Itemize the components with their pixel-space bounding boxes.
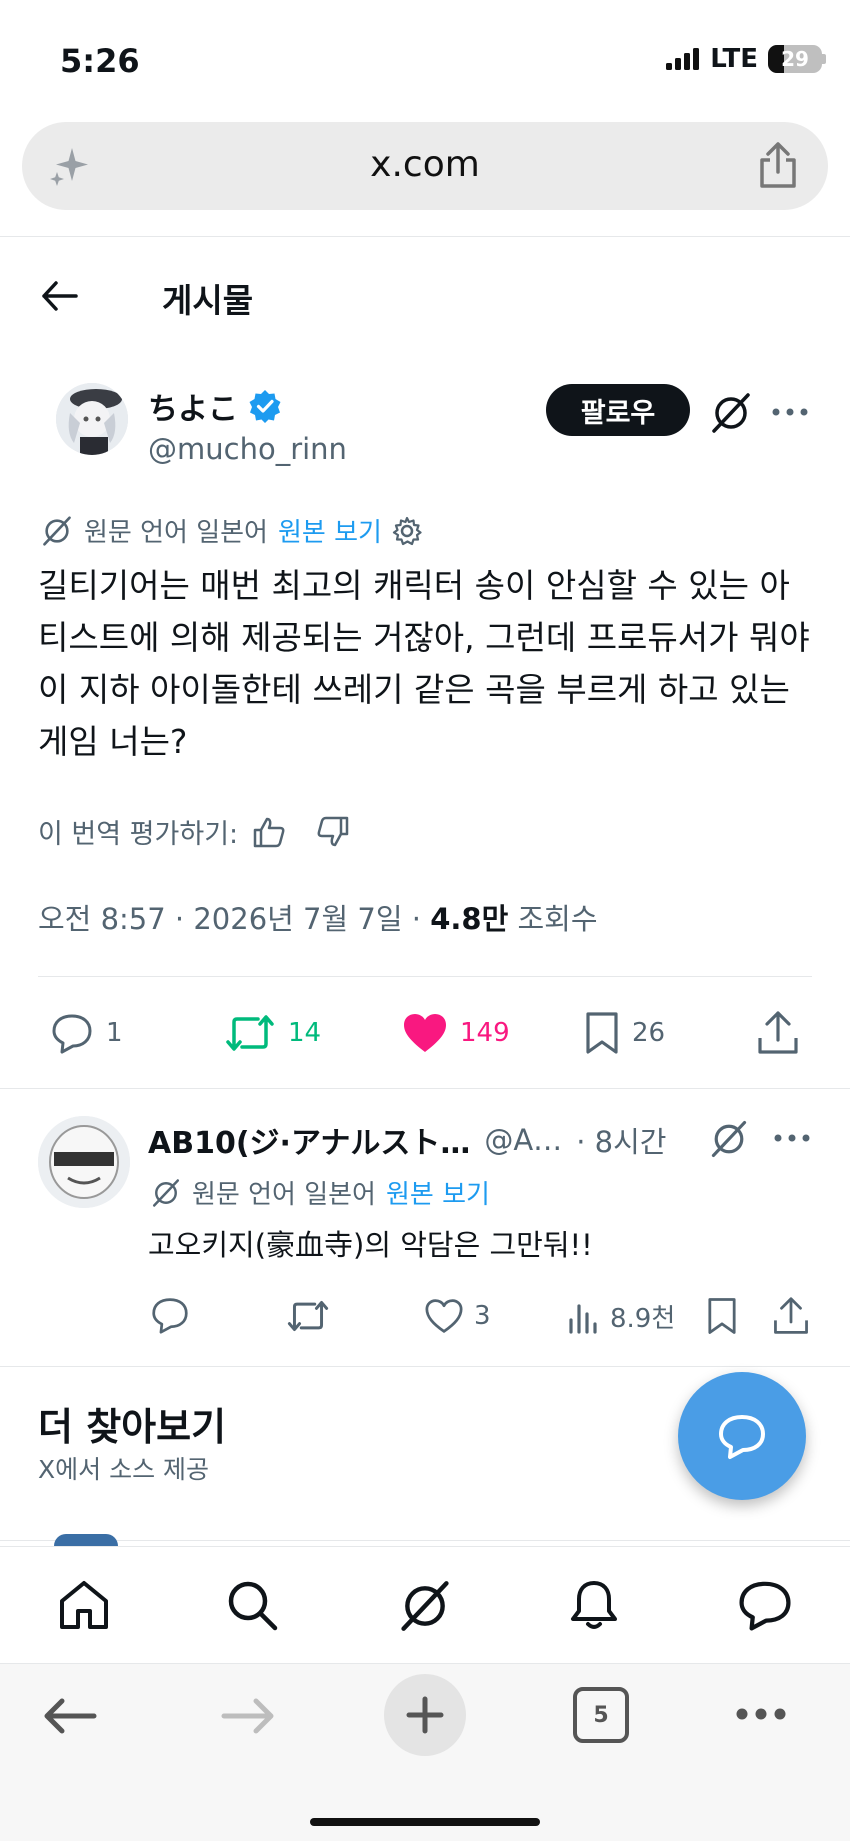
bookmark-icon <box>586 1012 618 1054</box>
back-arrow-icon[interactable] <box>40 278 80 314</box>
messages-icon[interactable] <box>736 1577 794 1633</box>
explore-subtitle: X에서 소스 제공 <box>38 1455 210 1484</box>
url-bar[interactable]: x.com <box>22 122 828 210</box>
avatar-illustration <box>38 1116 130 1208</box>
grok-icon[interactable] <box>708 390 754 436</box>
tweet-meta: 오전 8:57 · 2026년 7월 7일 · 4.8만 조회수 <box>38 902 598 936</box>
reply-views[interactable]: 8.9천 <box>566 1298 675 1335</box>
grok-icon <box>43 515 71 546</box>
reply-icon[interactable] <box>150 1296 190 1334</box>
signal-icon <box>666 48 700 70</box>
explore-title: 더 찾아보기 <box>38 1405 227 1449</box>
like-count: 149 <box>460 1018 510 1048</box>
status-indicators: LTE 29 <box>666 44 826 74</box>
author-handle[interactable]: @mucho_rinn <box>148 432 347 466</box>
reply-count: 1 <box>106 1018 123 1048</box>
reply-button[interactable]: 1 <box>50 1012 123 1054</box>
network-label: LTE <box>710 44 758 74</box>
reply-views-count: 8.9천 <box>610 1304 676 1334</box>
page-title: 게시물 <box>162 281 254 320</box>
translation-info: 원문 언어 일본어 원본 보기 <box>40 512 422 549</box>
browser-forward-icon[interactable] <box>220 1696 276 1736</box>
home-indicator <box>310 1818 540 1826</box>
views-icon <box>569 1303 597 1334</box>
battery-level: 29 <box>781 47 809 71</box>
avatar[interactable] <box>38 1116 130 1208</box>
url-text[interactable]: x.com <box>22 144 828 185</box>
reply-like-button[interactable]: 3 <box>424 1298 491 1334</box>
view-original-link[interactable]: 원본 보기 <box>386 1174 490 1211</box>
views-label: 조회수 <box>517 902 598 936</box>
avatar-peek <box>54 1534 118 1546</box>
grok-icon <box>152 1178 180 1207</box>
reply-like-count: 3 <box>474 1301 491 1331</box>
reply-text: 고오키지(豪血寺)의 악담은 그만둬!! <box>148 1228 593 1262</box>
follow-button[interactable]: 팔로우 <box>546 384 690 436</box>
tab-switcher-button[interactable]: 5 <box>573 1687 629 1743</box>
bookmark-button[interactable]: 26 <box>584 1010 665 1056</box>
share-icon[interactable] <box>756 140 800 190</box>
compose-reply-button[interactable] <box>678 1372 806 1500</box>
reply-author-name[interactable]: AB10(ジ·アナルスト… <box>148 1118 470 1162</box>
divider <box>0 236 850 237</box>
verified-badge-icon <box>249 390 281 423</box>
heart-icon <box>404 1014 446 1052</box>
browser-back-icon[interactable] <box>42 1696 98 1736</box>
new-tab-button[interactable] <box>384 1674 466 1756</box>
divider <box>0 1088 850 1089</box>
gear-icon[interactable] <box>392 516 422 546</box>
chat-icon <box>719 1415 765 1459</box>
repost-count: 14 <box>288 1018 322 1048</box>
repost-icon[interactable] <box>286 1298 330 1334</box>
translated-from-label: 원문 언어 일본어 <box>84 518 268 548</box>
avatar-illustration <box>56 383 128 455</box>
home-icon[interactable] <box>56 1577 112 1633</box>
bookmark-icon[interactable] <box>706 1296 738 1336</box>
divider <box>0 1366 850 1367</box>
divider <box>38 976 812 977</box>
thumbs-down-icon[interactable] <box>316 816 350 848</box>
views-count: 4.8만 <box>430 902 509 936</box>
reply-icon <box>52 1014 92 1054</box>
more-icon[interactable] <box>772 1128 812 1148</box>
heart-icon <box>425 1299 463 1333</box>
bookmark-count: 26 <box>632 1018 666 1048</box>
battery-icon: 29 <box>768 45 822 73</box>
reply-author-handle[interactable]: @A… <box>484 1123 562 1157</box>
bottom-nav <box>0 1546 850 1664</box>
tweet-text: 길티기어는 매번 최고의 캐릭터 송이 안심할 수 있는 아티스트에 의해 제공… <box>38 566 810 761</box>
grok-icon[interactable] <box>396 1577 454 1635</box>
view-original-link[interactable]: 원본 보기 <box>278 512 382 549</box>
reply-translation-info: 원문 언어 일본어 원본 보기 <box>150 1174 490 1211</box>
divider <box>0 1540 850 1541</box>
reply-time: · 8시간 <box>576 1125 667 1159</box>
tweet-date: 2026년 7월 7일 <box>193 902 403 936</box>
author-name[interactable]: ちよこ <box>148 384 238 428</box>
share-icon[interactable] <box>772 1296 810 1336</box>
tab-count: 5 <box>593 1702 609 1728</box>
plus-icon <box>406 1696 444 1734</box>
more-icon[interactable] <box>770 402 810 422</box>
thumbs-up-icon[interactable] <box>252 816 286 848</box>
tweet-time: 오전 8:57 <box>38 902 166 936</box>
status-time: 5:26 <box>60 42 140 80</box>
more-icon[interactable] <box>734 1706 788 1722</box>
search-icon[interactable] <box>224 1577 280 1633</box>
rate-translation: 이 번역 평가하기: <box>38 812 350 851</box>
repost-button[interactable]: 14 <box>224 1012 321 1054</box>
repost-icon <box>226 1015 274 1051</box>
share-icon[interactable] <box>756 1010 800 1056</box>
avatar[interactable] <box>56 383 128 455</box>
bell-icon[interactable] <box>566 1577 622 1633</box>
like-button[interactable]: 149 <box>402 1012 510 1054</box>
rate-translation-label: 이 번역 평가하기: <box>38 819 239 850</box>
grok-icon[interactable] <box>708 1118 750 1160</box>
translated-from-label: 원문 언어 일본어 <box>192 1180 376 1210</box>
